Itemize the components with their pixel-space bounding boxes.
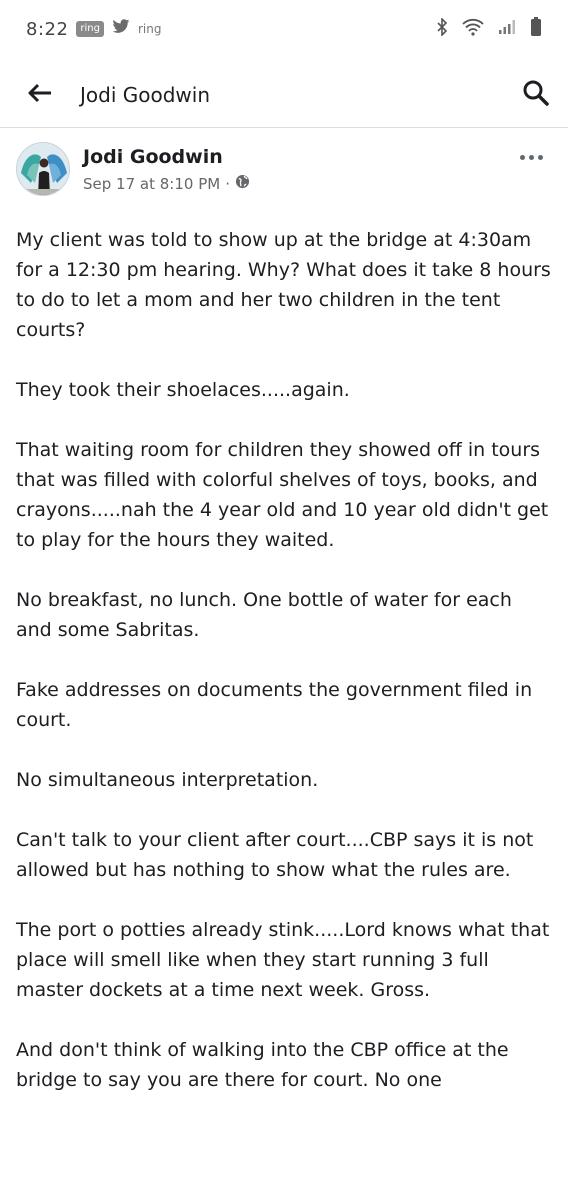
more-dot [519,154,525,160]
app-bar: Jodi Goodwin [0,62,568,128]
author-block: Jodi Goodwin Sep 17 at 8:10 PM · [83,146,250,193]
post-paragraph: The port o potties already stink.....Lor… [16,919,550,1001]
status-notif-text: ring [138,22,162,36]
post-paragraph: They took their shoelaces.....again. [16,379,350,401]
status-left: 8:22 ring ring [26,19,162,40]
wifi-icon [462,18,484,41]
bluetooth-icon [436,16,448,41]
more-dot [537,154,543,160]
more-dot [528,154,534,160]
post-paragraph: No breakfast, no lunch. One bottle of wa… [16,589,512,641]
meta-separator: · [225,174,230,193]
post-paragraph: Can't talk to your client after court...… [16,829,534,881]
post-paragraph: My client was told to show up at the bri… [16,229,551,341]
status-right [436,16,542,42]
signal-icon [498,19,516,40]
post-body: My client was told to show up at the bri… [16,225,552,1125]
post-meta: Sep 17 at 8:10 PM · [83,174,250,193]
status-bar: 8:22 ring ring [0,0,568,62]
twitter-icon [112,19,130,39]
post-paragraph: No simultaneous interpretation. [16,769,319,791]
page-title: Jodi Goodwin [80,82,210,107]
post-paragraph: And don't think of walking into the CBP … [16,1039,509,1091]
search-icon [522,79,550,111]
ring-notification-icon: ring [76,21,104,37]
author-name[interactable]: Jodi Goodwin [83,146,250,168]
back-button[interactable] [0,62,80,128]
avatar[interactable] [16,142,70,196]
more-options-button[interactable] [516,150,546,164]
arrow-left-icon [27,83,53,107]
search-button[interactable] [504,62,568,128]
post-date[interactable]: Sep 17 at 8:10 PM [83,175,220,193]
post-paragraph: That waiting room for children they show… [16,439,549,551]
status-time: 8:22 [26,18,69,40]
globe-icon [235,174,250,193]
post-header: Jodi Goodwin Sep 17 at 8:10 PM · [0,130,568,210]
battery-icon [530,16,542,42]
post-paragraph: Fake addresses on documents the governme… [16,679,533,731]
